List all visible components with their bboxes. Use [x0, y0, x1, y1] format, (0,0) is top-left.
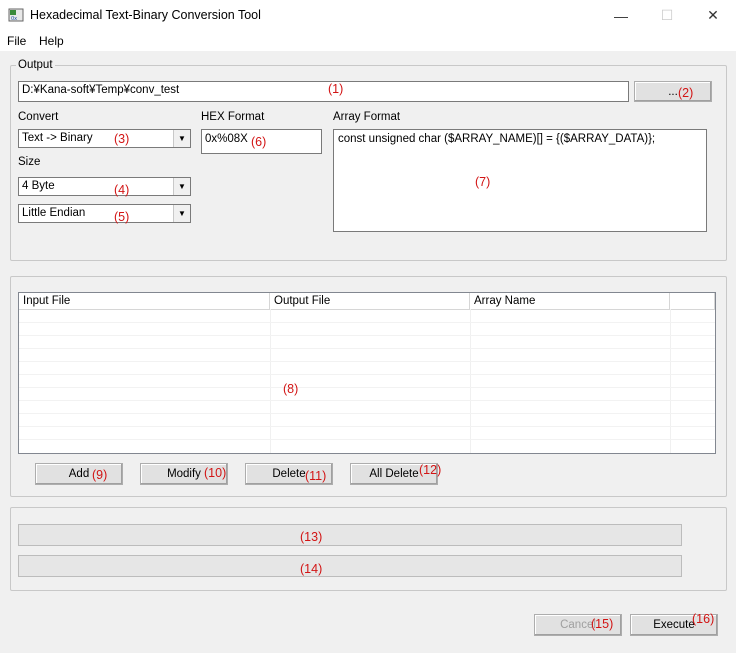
hex-format-label: HEX Format	[201, 111, 265, 123]
add-button[interactable]: Add	[35, 463, 123, 485]
add-button-label: Add	[68, 468, 90, 480]
progress-bar-file	[18, 524, 682, 546]
maximize-icon: ☐	[660, 7, 674, 23]
annotation-12: (12)	[419, 463, 442, 477]
annotation-1: (1)	[328, 82, 344, 96]
progress-bar-total	[18, 555, 682, 577]
list-row-empty	[19, 337, 715, 349]
browse-button-label: ...	[668, 85, 678, 98]
annotation-2: (2)	[678, 86, 694, 100]
modify-button-label: Modify	[167, 468, 201, 480]
annotation-15: (15)	[591, 617, 614, 631]
column-filler	[670, 293, 715, 309]
chevron-down-icon: ▼	[173, 130, 190, 147]
array-format-value: const unsigned char ($ARRAY_NAME)[] = {(…	[338, 133, 656, 145]
annotation-8: (8)	[283, 382, 299, 396]
convert-select[interactable]: Text -> Binary ▼	[18, 129, 191, 148]
file-list-view[interactable]: Input File Output File Array Name	[18, 292, 716, 454]
output-group-title: Output	[16, 59, 55, 71]
list-row-empty	[19, 324, 715, 336]
list-row-empty	[19, 428, 715, 440]
array-format-field[interactable]: const unsigned char ($ARRAY_NAME)[] = {(…	[333, 129, 707, 232]
size-label: Size	[18, 156, 41, 168]
column-output-file[interactable]: Output File	[270, 293, 470, 309]
all-delete-button-label: All Delete	[369, 468, 419, 480]
execute-button-label: Execute	[653, 619, 695, 631]
app-icon: 0x	[8, 7, 24, 23]
chevron-down-icon: ▼	[173, 205, 190, 222]
list-row-empty	[19, 402, 715, 414]
annotation-10: (10)	[204, 466, 227, 480]
progress-group	[10, 507, 727, 591]
annotation-13: (13)	[300, 530, 323, 544]
list-row-empty	[19, 311, 715, 323]
close-button[interactable]: ✕	[690, 0, 736, 31]
annotation-14: (14)	[300, 562, 323, 576]
annotation-7: (7)	[475, 175, 491, 189]
endian-select-value: Little Endian	[22, 207, 86, 219]
annotation-11: (11)	[305, 469, 327, 483]
delete-button-label: Delete	[272, 468, 306, 480]
annotation-5: (5)	[114, 210, 130, 224]
annotation-9: (9)	[92, 468, 108, 482]
annotation-16: (16)	[692, 612, 715, 626]
minimize-icon: —	[614, 7, 628, 24]
menu-help[interactable]: Help	[39, 34, 64, 48]
menu-file[interactable]: File	[7, 34, 26, 48]
column-array-name[interactable]: Array Name	[470, 293, 670, 309]
size-select[interactable]: 4 Byte ▼	[18, 177, 191, 196]
menu-bar	[0, 31, 736, 51]
maximize-button[interactable]: ☐	[644, 0, 690, 31]
minimize-button[interactable]: —	[598, 0, 644, 31]
window-title: Hexadecimal Text-Binary Conversion Tool	[30, 8, 261, 22]
hex-format-value: 0x%08X	[205, 133, 248, 145]
endian-select[interactable]: Little Endian ▼	[18, 204, 191, 223]
array-format-label: Array Format	[333, 111, 401, 123]
svg-text:0x: 0x	[11, 16, 17, 22]
column-input-file[interactable]: Input File	[19, 293, 270, 309]
annotation-4: (4)	[114, 183, 130, 197]
chevron-down-icon: ▼	[173, 178, 190, 195]
file-list-header: Input File Output File Array Name	[19, 293, 715, 310]
close-icon: ✕	[707, 7, 719, 23]
list-row-empty	[19, 363, 715, 375]
convert-select-value: Text -> Binary	[22, 132, 93, 144]
annotation-6: (6)	[251, 135, 267, 149]
size-select-value: 4 Byte	[22, 180, 55, 192]
list-row-empty	[19, 389, 715, 401]
annotation-3: (3)	[114, 132, 130, 146]
browse-button[interactable]: ...	[634, 81, 712, 102]
output-path-field[interactable]: D:¥Kana-soft¥Temp¥conv_test	[18, 81, 629, 102]
convert-label: Convert	[18, 111, 59, 123]
output-path-value: D:¥Kana-soft¥Temp¥conv_test	[22, 84, 180, 96]
list-row-empty	[19, 376, 715, 388]
list-row-empty	[19, 415, 715, 427]
list-row-empty	[19, 350, 715, 362]
